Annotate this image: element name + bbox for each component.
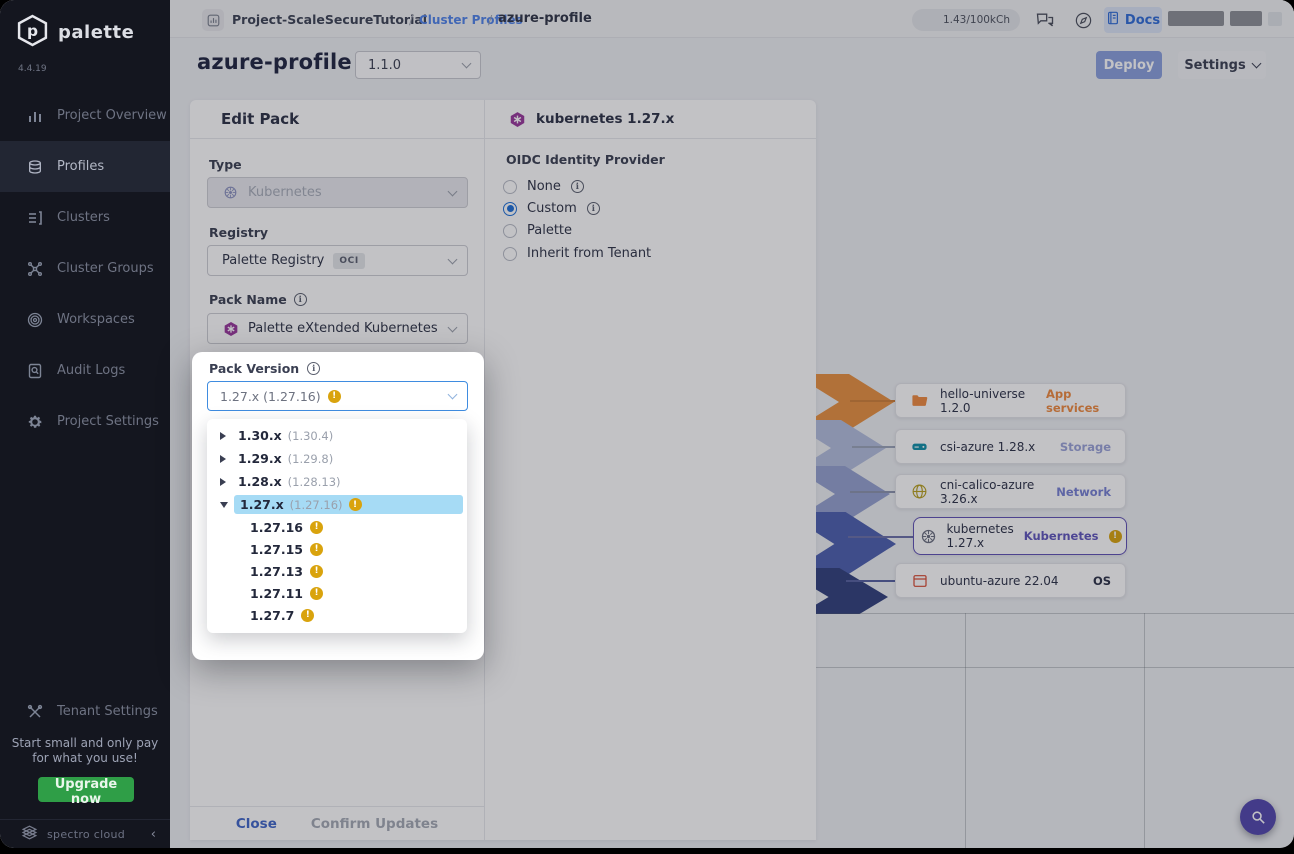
spectro-cloud-logo-icon [20,823,39,846]
version-option-1-27-7[interactable]: 1.27.7 [207,604,467,626]
brand-logo: p palette [16,14,134,51]
version-group-1-30[interactable]: 1.30.x (1.30.4) [207,424,467,447]
caret-right-icon[interactable] [220,454,226,463]
sidebar-item-label: Project Settings [57,414,159,429]
cluster-groups-nodes-icon [26,260,43,277]
info-icon[interactable] [307,362,321,375]
sidebar-item-label: Cluster Groups [57,261,154,276]
gear-icon [26,413,43,430]
svg-text:p: p [27,22,38,40]
spectro-cloud-label: spectro cloud [47,827,126,841]
version-latest: (1.27.16) [289,497,343,512]
version-text: 1.29.x [238,451,282,466]
version-option-1-27-16[interactable]: 1.27.16 [207,516,467,538]
version-text: 1.27.7 [250,607,295,623]
version-text: 1.28.x [238,474,282,489]
sidebar-item-label: Workspaces [57,312,135,327]
brand-name: palette [58,22,135,43]
sidebar: p palette 4.4.19 Project Overview Profil… [0,0,170,848]
app-version: 4.4.19 [18,64,47,74]
profiles-stack-icon [26,158,43,175]
warning-icon [310,542,323,556]
caret-right-icon[interactable] [220,431,226,440]
warning-icon [327,389,341,403]
version-text: 1.27.13 [250,563,303,579]
caret-right-icon[interactable] [220,477,226,486]
pack-version-label-text: Pack Version [209,361,300,376]
sidebar-item-cluster-groups[interactable]: Cluster Groups [0,243,170,294]
sidebar-item-label: Audit Logs [57,363,126,378]
version-latest: (1.30.4) [287,428,334,443]
warning-icon [310,520,323,534]
caret-down-icon[interactable] [220,501,228,508]
pack-version-value: 1.27.x (1.27.16) [220,388,321,404]
pack-version-input[interactable]: 1.27.x (1.27.16) [207,381,468,411]
bar-chart-icon [26,107,43,124]
warning-icon [348,498,362,511]
upgrade-promo-text: Start small and only pay for what you us… [11,736,159,765]
audit-logs-icon [26,362,43,379]
sidebar-item-project-overview[interactable]: Project Overview [0,90,170,141]
workspaces-rings-icon [26,311,43,328]
version-text: 1.27.11 [250,585,303,601]
sidebar-item-label: Tenant Settings [57,704,158,719]
version-text: 1.27.15 [250,541,303,557]
sidebar-item-audit-logs[interactable]: Audit Logs [0,345,170,396]
pack-version-spotlight: Pack Version 1.27.x (1.27.16) 1.30.x (1.3… [192,352,484,660]
version-option-1-27-13[interactable]: 1.27.13 [207,560,467,582]
pack-version-dropdown: 1.30.x (1.30.4) 1.29.x (1.29.8) 1.28.x (1.2… [207,419,467,633]
clusters-list-icon [26,209,43,226]
warning-icon [301,608,315,622]
sidebar-item-label: Clusters [57,210,110,225]
pack-version-label: Pack Version [209,361,321,376]
sidebar-item-label: Profiles [57,159,105,174]
version-group-1-29[interactable]: 1.29.x (1.29.8) [207,447,467,470]
warning-icon [310,564,323,578]
tools-icon [26,703,43,720]
sidebar-item-project-settings[interactable]: Project Settings [0,396,170,447]
version-text: 1.30.x [238,428,282,443]
palette-hexagon-logo-icon: p [16,14,49,51]
version-text: 1.27.x [240,497,284,512]
version-latest: (1.28.13) [287,474,341,489]
palette-app: p palette 4.4.19 Project Overview Profil… [0,0,1294,848]
sidebar-item-workspaces[interactable]: Workspaces [0,294,170,345]
upgrade-now-button[interactable]: Upgrade now [38,777,134,807]
version-latest: (1.29.8) [287,451,334,466]
sidebar-footer: spectro cloud ‹ [0,819,170,848]
version-option-1-27-11[interactable]: 1.27.11 [207,582,467,604]
sidebar-item-clusters[interactable]: Clusters [0,192,170,243]
version-text: 1.27.16 [250,519,303,535]
version-group-1-28[interactable]: 1.28.x (1.28.13) [207,470,467,493]
sidebar-collapse-icon[interactable]: ‹ [151,827,156,842]
chevron-down-icon [447,389,458,400]
warning-icon [310,586,323,600]
sidebar-item-profiles[interactable]: Profiles [0,141,170,192]
sidebar-item-tenant-settings[interactable]: Tenant Settings [0,686,158,737]
version-group-1-27-selected[interactable]: 1.27.x (1.27.16) [207,493,467,516]
version-option-1-27-15[interactable]: 1.27.15 [207,538,467,560]
sidebar-item-label: Project Overview [57,108,167,123]
